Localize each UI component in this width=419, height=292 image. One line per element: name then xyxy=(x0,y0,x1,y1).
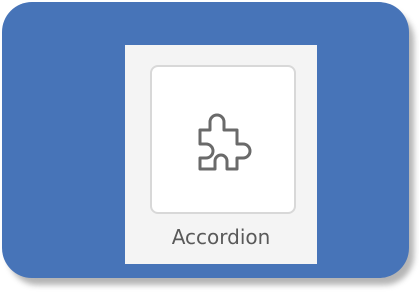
highlight-card: Accordion xyxy=(2,2,409,278)
screenshot-frame: Accordion xyxy=(0,0,419,292)
accordion-widget-button[interactable] xyxy=(150,65,296,214)
widget-label: Accordion xyxy=(171,225,271,249)
widget-tile-panel[interactable]: Accordion xyxy=(125,45,317,264)
puzzle-piece-icon xyxy=(152,67,294,212)
